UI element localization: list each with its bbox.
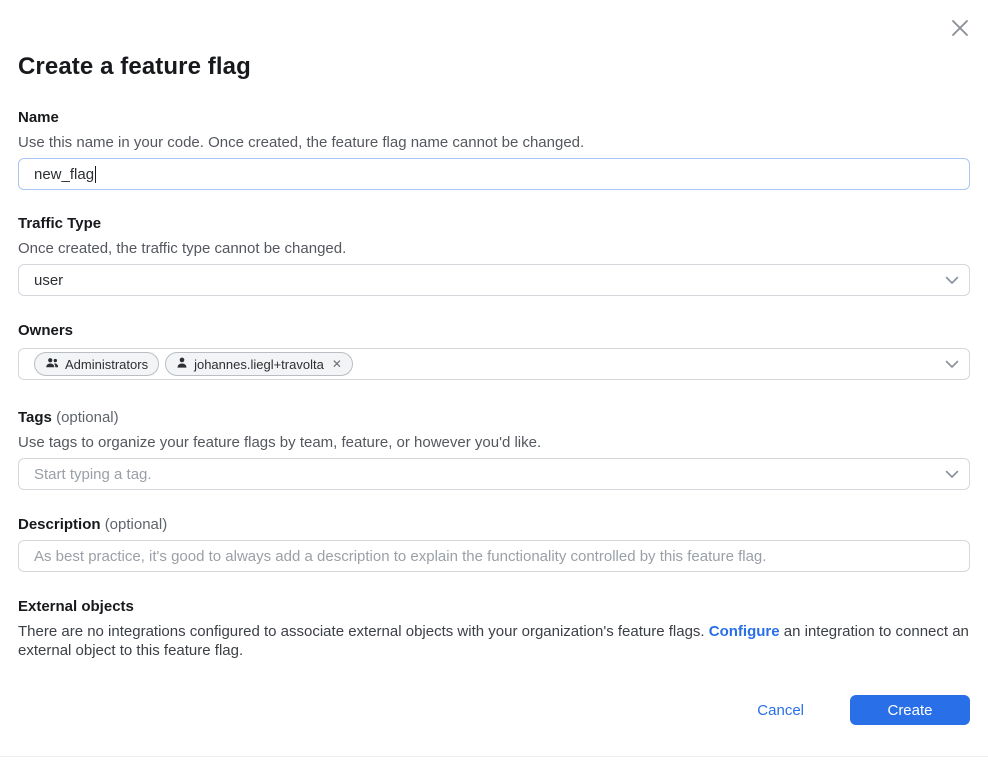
bottom-divider [0, 756, 988, 757]
name-section: Name Use this name in your code. Once cr… [18, 108, 970, 190]
text-caret [95, 166, 96, 183]
owner-chip-label: johannes.liegl+travolta [194, 357, 324, 372]
tags-input[interactable]: Start typing a tag. [18, 458, 970, 490]
description-label-text: Description [18, 516, 101, 533]
owners-section: Owners Administrators [18, 321, 970, 380]
tags-label: Tags (optional) [18, 408, 970, 428]
name-input-value: new_flag [34, 166, 94, 183]
description-input[interactable] [18, 540, 970, 572]
name-help-text: Use this name in your code. Once created… [18, 133, 970, 153]
chevron-down-icon [945, 272, 959, 289]
traffic-type-section: Traffic Type Once created, the traffic t… [18, 214, 970, 296]
owners-chips: Administrators johannes.liegl+travolta ✕ [34, 352, 353, 376]
description-optional-text: (optional) [105, 516, 168, 533]
owner-chip-administrators[interactable]: Administrators [34, 352, 159, 376]
tags-label-text: Tags [18, 409, 52, 426]
traffic-type-help-text: Once created, the traffic type cannot be… [18, 239, 970, 259]
tags-help-text: Use tags to organize your feature flags … [18, 433, 970, 453]
tags-placeholder: Start typing a tag. [34, 466, 152, 483]
remove-owner-icon[interactable]: ✕ [332, 358, 342, 370]
create-feature-flag-modal: Create a feature flag Name Use this name… [0, 0, 988, 763]
person-icon [176, 356, 188, 372]
tags-optional-text: (optional) [56, 409, 119, 426]
create-button[interactable]: Create [850, 695, 970, 725]
modal-title: Create a feature flag [18, 0, 970, 82]
traffic-type-select[interactable]: user [18, 264, 970, 296]
owner-chip-label: Administrators [65, 357, 148, 372]
cancel-button[interactable]: Cancel [757, 702, 804, 719]
modal-footer: Cancel Create [757, 695, 970, 725]
close-icon [949, 17, 971, 42]
name-input[interactable]: new_flag [18, 158, 970, 190]
configure-link[interactable]: Configure [709, 623, 780, 640]
owners-label: Owners [18, 321, 970, 341]
external-objects-text: There are no integrations configured to … [18, 622, 970, 660]
owners-select[interactable]: Administrators johannes.liegl+travolta ✕ [18, 348, 970, 380]
traffic-type-label: Traffic Type [18, 214, 970, 234]
external-objects-label: External objects [18, 597, 970, 617]
chevron-down-icon [945, 356, 959, 373]
close-button[interactable] [947, 16, 973, 42]
traffic-type-selected-value: user [34, 272, 63, 289]
external-objects-text-before: There are no integrations configured to … [18, 623, 709, 640]
tags-section: Tags (optional) Use tags to organize you… [18, 408, 970, 490]
group-icon [45, 356, 59, 372]
description-section: Description (optional) [18, 515, 970, 572]
owner-chip-user[interactable]: johannes.liegl+travolta ✕ [165, 352, 353, 376]
chevron-down-icon [945, 466, 959, 483]
external-objects-section: External objects There are no integratio… [18, 597, 970, 660]
description-label: Description (optional) [18, 515, 970, 535]
name-label: Name [18, 108, 970, 128]
